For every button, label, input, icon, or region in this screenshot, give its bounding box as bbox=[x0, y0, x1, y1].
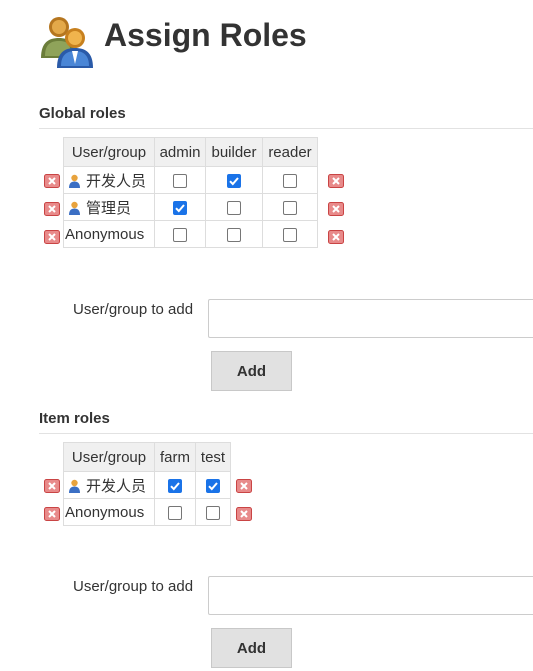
table-row: 开发人员 bbox=[63, 166, 318, 194]
add-user-input[interactable] bbox=[208, 299, 533, 338]
user-cell: 开发人员 bbox=[63, 471, 155, 499]
reader-checkbox[interactable] bbox=[283, 173, 297, 188]
builder-checkbox[interactable] bbox=[227, 173, 241, 188]
add-user-button[interactable]: Add bbox=[211, 628, 292, 668]
delete-row-icon[interactable] bbox=[328, 230, 344, 244]
test-checkbox[interactable] bbox=[206, 478, 220, 493]
add-user-input[interactable] bbox=[208, 576, 533, 615]
global-roles-title: Global roles bbox=[39, 105, 126, 122]
global-roles-divider bbox=[39, 128, 533, 129]
farm-checkbox[interactable] bbox=[168, 478, 182, 493]
delete-row-icon[interactable] bbox=[44, 479, 60, 493]
item-roles-header-row: User/group farm test bbox=[63, 442, 231, 472]
column-header-test: test bbox=[195, 442, 231, 472]
admin-checkbox[interactable] bbox=[173, 200, 187, 215]
delete-row-icon[interactable] bbox=[236, 479, 252, 493]
delete-row-icon[interactable] bbox=[236, 507, 252, 521]
test-checkbox[interactable] bbox=[206, 505, 220, 520]
table-row: Anonymous bbox=[63, 498, 231, 526]
table-row: Anonymous bbox=[63, 220, 318, 248]
user-name: 开发人员 bbox=[86, 172, 147, 190]
table-row: 管理员 bbox=[63, 193, 318, 221]
user-name: 开发人员 bbox=[86, 477, 147, 495]
add-user-label: User/group to add bbox=[73, 578, 194, 595]
item-roles-table: User/group farm test 开发人员 Anonymous bbox=[63, 442, 231, 526]
column-header-user-group: User/group bbox=[63, 137, 155, 167]
add-user-button[interactable]: Add bbox=[211, 351, 292, 391]
global-roles-table: User/group admin builder reader 开发人员 管理员… bbox=[63, 137, 318, 248]
user-cell: 开发人员 bbox=[63, 166, 155, 194]
delete-row-icon[interactable] bbox=[44, 230, 60, 244]
user-icon bbox=[69, 479, 80, 493]
reader-checkbox[interactable] bbox=[283, 200, 297, 215]
admin-checkbox[interactable] bbox=[173, 173, 187, 188]
column-header-admin: admin bbox=[154, 137, 206, 167]
page-title: Assign Roles bbox=[104, 17, 307, 53]
assign-roles-icon bbox=[41, 17, 93, 68]
add-user-label: User/group to add bbox=[73, 301, 194, 318]
user-name: 管理员 bbox=[86, 199, 132, 217]
delete-row-icon[interactable] bbox=[328, 174, 344, 188]
item-roles-divider bbox=[39, 433, 533, 434]
builder-checkbox[interactable] bbox=[227, 227, 241, 242]
column-header-builder: builder bbox=[205, 137, 263, 167]
admin-checkbox[interactable] bbox=[173, 227, 187, 242]
global-roles-header-row: User/group admin builder reader bbox=[63, 137, 318, 167]
user-cell: 管理员 bbox=[63, 193, 155, 221]
reader-checkbox[interactable] bbox=[283, 227, 297, 242]
user-icon bbox=[69, 174, 80, 188]
delete-row-icon[interactable] bbox=[44, 174, 60, 188]
delete-row-icon[interactable] bbox=[44, 507, 60, 521]
delete-row-icon[interactable] bbox=[328, 202, 344, 216]
user-cell: Anonymous bbox=[63, 220, 155, 248]
table-row: 开发人员 bbox=[63, 471, 231, 499]
user-cell: Anonymous bbox=[63, 498, 155, 526]
column-header-farm: farm bbox=[154, 442, 196, 472]
user-icon bbox=[69, 201, 80, 215]
delete-row-icon[interactable] bbox=[44, 202, 60, 216]
user-name: Anonymous bbox=[65, 503, 145, 521]
column-header-reader: reader bbox=[262, 137, 318, 167]
farm-checkbox[interactable] bbox=[168, 505, 182, 520]
builder-checkbox[interactable] bbox=[227, 200, 241, 215]
user-name: Anonymous bbox=[65, 225, 145, 243]
column-header-user-group: User/group bbox=[63, 442, 155, 472]
item-roles-title: Item roles bbox=[39, 410, 110, 427]
